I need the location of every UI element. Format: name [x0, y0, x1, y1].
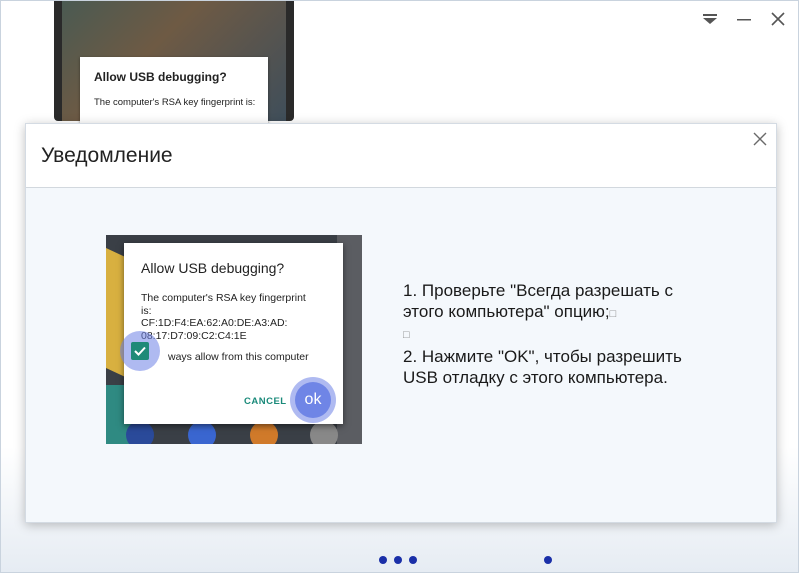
minimize-icon[interactable] [734, 11, 754, 27]
background-dialog-body: The computer's RSA key fingerprint is: [94, 97, 256, 108]
dialog-body-line: 08:17:D7:09:C2:C4:1E [141, 329, 247, 342]
dialog-body-line: CF:1D:F4:EA:62:A0:DE:A3:AD: [141, 317, 288, 329]
dock-app-icon [126, 421, 154, 444]
dialog-body-line: is: [141, 304, 152, 317]
cancel-button: CANCEL [244, 396, 287, 407]
modal-title: Уведомление [41, 144, 173, 167]
ok-button: ok [295, 382, 331, 418]
window-controls [700, 11, 788, 27]
pagination-dot[interactable] [379, 556, 387, 564]
always-allow-label: ways allow from this computer [168, 351, 309, 363]
dialog-title: Allow USB debugging? [141, 260, 285, 276]
pagination-dot[interactable] [409, 556, 417, 564]
dialog-body: The computer's RSA key fingerprint is: C… [141, 292, 331, 342]
modal-header: Уведомление [26, 124, 776, 188]
pagination-dot[interactable] [394, 556, 402, 564]
placeholder-glyph: □ [403, 329, 410, 341]
background-usb-dialog: Allow USB debugging? The computer's RSA … [80, 57, 268, 127]
instruction-line: этого компьютера" опцию;□ [403, 301, 723, 325]
dock-app-icon [188, 421, 216, 444]
dropdown-icon[interactable] [700, 11, 720, 27]
checkbox-highlight [120, 331, 160, 371]
pagination [1, 556, 799, 566]
placeholder-glyph: □ [609, 308, 617, 320]
instruction-text: этого компьютера" опцию; [403, 302, 610, 321]
modal-close-icon[interactable] [751, 130, 769, 148]
pagination-dot[interactable] [544, 556, 552, 564]
instruction-line: 2. Нажмите "OK", чтобы разрешить [403, 347, 682, 366]
ok-button-highlight: ok [290, 377, 336, 423]
instruction-line: 1. Проверьте "Всегда разрешать с [403, 281, 673, 300]
app-window: Allow USB debugging? The computer's RSA … [0, 0, 799, 573]
dialog-body-line: The computer's RSA key fingerprint [141, 292, 306, 304]
close-icon[interactable] [768, 11, 788, 27]
instructions-text: 1. Проверьте "Всегда разрешать с этого к… [403, 280, 723, 388]
instruction-line: USB отладку с этого компьютера. [403, 368, 668, 387]
checkbox-checked-icon [131, 342, 149, 360]
notification-modal: Уведомление Allow USB debugging? The com… [25, 123, 777, 523]
usb-debugging-instruction-image: Allow USB debugging? The computer's RSA … [106, 235, 362, 444]
background-dialog-title: Allow USB debugging? [94, 70, 227, 84]
dock-app-icon [310, 421, 338, 444]
dock-app-icon [250, 421, 278, 444]
